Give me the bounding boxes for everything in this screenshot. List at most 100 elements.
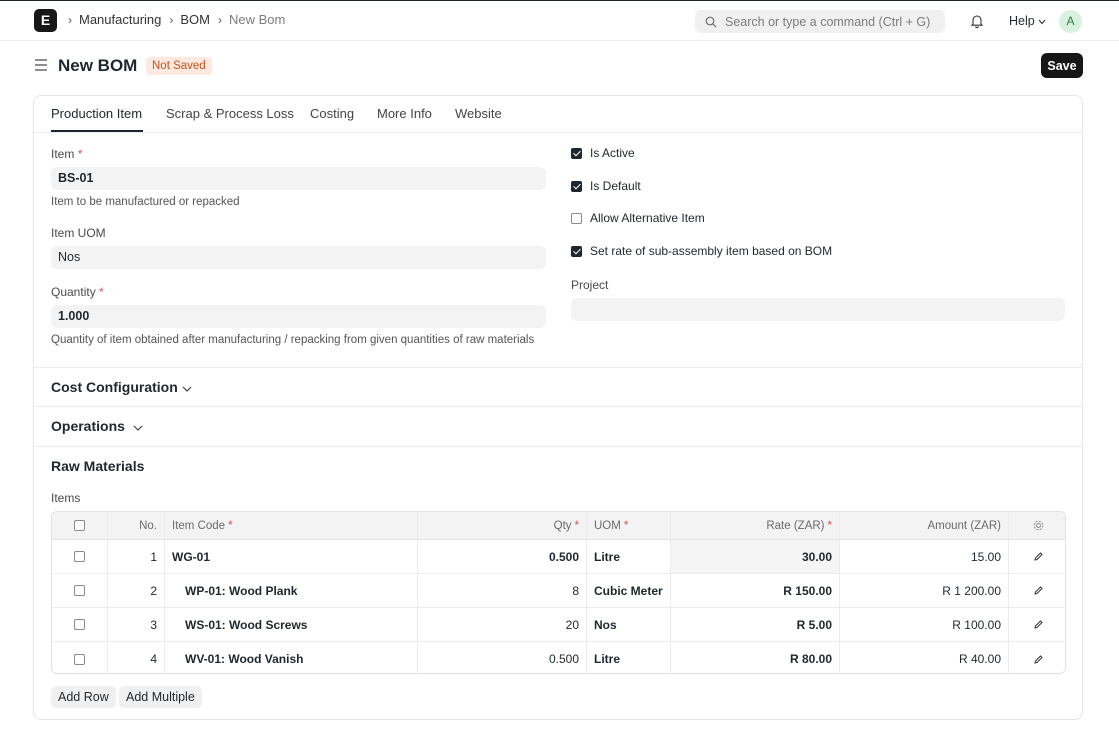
row-rate[interactable]: R 5.00 xyxy=(671,608,840,641)
row-checkbox[interactable] xyxy=(74,585,85,596)
checkbox-checked[interactable] xyxy=(571,147,582,159)
checkbox-checked[interactable] xyxy=(571,245,582,257)
tab-scrap-process-loss[interactable]: Scrap & Process Loss xyxy=(166,106,294,121)
row-qty[interactable]: 8 xyxy=(418,574,587,607)
row-select-cell xyxy=(52,608,108,641)
header-uom: UOM * xyxy=(587,512,671,539)
is-default-label: Is Default xyxy=(590,179,641,193)
tab-more-info[interactable]: More Info xyxy=(377,106,432,121)
row-uom[interactable]: Nos xyxy=(587,608,671,641)
cost-configuration-title: Cost Configuration xyxy=(51,379,178,395)
row-checkbox[interactable] xyxy=(74,653,85,665)
chevron-down-icon[interactable] xyxy=(133,423,143,433)
help-label: Help xyxy=(1009,14,1035,28)
row-rate[interactable]: 30.00 xyxy=(671,540,840,573)
row-select-cell xyxy=(52,574,108,607)
row-uom[interactable]: Cubic Meter xyxy=(587,574,671,607)
row-qty[interactable]: 0.500 xyxy=(418,642,587,673)
form-card: Production Item Scrap & Process Loss Cos… xyxy=(33,95,1083,720)
project-field[interactable] xyxy=(571,298,1065,321)
avatar[interactable]: A xyxy=(1059,10,1082,33)
table-row[interactable]: 4 WV-01: Wood Vanish 0.500 Litre R 80.00… xyxy=(52,642,1065,673)
row-no: 1 xyxy=(108,540,165,573)
cost-configuration-section-toggle[interactable]: Cost Configuration xyxy=(51,379,178,395)
bell-icon[interactable] xyxy=(969,13,985,29)
row-qty[interactable]: 20 xyxy=(418,608,587,641)
breadcrumb-bom[interactable]: BOM xyxy=(180,12,210,27)
menu-icon[interactable] xyxy=(34,59,48,71)
row-qty[interactable]: 0.500 xyxy=(418,540,587,573)
row-select-cell xyxy=(52,540,108,573)
edit-icon[interactable] xyxy=(1033,619,1044,630)
app-logo[interactable]: E xyxy=(34,9,57,32)
checkbox-checked[interactable] xyxy=(571,180,582,192)
row-item-code[interactable]: WP-01: Wood Plank xyxy=(165,574,418,607)
header-qty: Qty * xyxy=(418,512,587,539)
items-label: Items xyxy=(51,491,81,505)
edit-icon[interactable] xyxy=(1033,585,1044,596)
row-uom[interactable]: Litre xyxy=(587,540,671,573)
section-divider xyxy=(34,406,1082,407)
search-bar[interactable]: Search or type a command (Ctrl + G) xyxy=(695,10,945,33)
search-placeholder: Search or type a command (Ctrl + G) xyxy=(725,14,931,29)
chevron-right-icon: › xyxy=(68,12,72,27)
row-edit-cell xyxy=(1009,608,1065,641)
add-multiple-button[interactable]: Add Multiple xyxy=(119,686,202,708)
table-row[interactable]: 3 WS-01: Wood Screws 20 Nos R 5.00 R 100… xyxy=(52,608,1065,642)
operations-section-toggle[interactable]: Operations xyxy=(51,418,125,434)
select-all-checkbox[interactable] xyxy=(74,520,85,531)
row-checkbox[interactable] xyxy=(74,551,85,562)
tab-website[interactable]: Website xyxy=(455,106,502,121)
tab-costing[interactable]: Costing xyxy=(310,106,354,121)
save-button[interactable]: Save xyxy=(1041,53,1083,78)
checkbox-unchecked[interactable] xyxy=(571,212,582,224)
settings-icon[interactable] xyxy=(1033,520,1044,531)
row-amount: R 1 200.00 xyxy=(840,574,1009,607)
breadcrumb: › Manufacturing › BOM › New Bom xyxy=(68,12,293,27)
operations-title: Operations xyxy=(51,418,125,434)
row-rate[interactable]: R 80.00 xyxy=(671,642,840,673)
chevron-down-icon xyxy=(1038,19,1046,25)
quantity-field[interactable]: 1.000 xyxy=(51,305,546,328)
chevron-down-icon[interactable] xyxy=(182,384,192,394)
header-amount: Amount (ZAR) xyxy=(840,512,1009,539)
table-row[interactable]: 1 WG-01 0.500 Litre 30.00 15.00 xyxy=(52,540,1065,574)
breadcrumb-new-bom[interactable]: New Bom xyxy=(229,12,285,27)
search-icon xyxy=(705,16,717,27)
row-item-code[interactable]: WV-01: Wood Vanish xyxy=(165,642,418,673)
item-uom-field[interactable]: Nos xyxy=(51,246,546,269)
is-active-checkbox[interactable]: Is Active xyxy=(571,146,635,160)
page-title: New BOM xyxy=(58,56,138,75)
item-field[interactable]: BS-01 xyxy=(51,167,546,190)
row-checkbox[interactable] xyxy=(74,619,85,630)
row-item-code[interactable]: WG-01 xyxy=(165,540,418,573)
item-uom-label: Item UOM xyxy=(51,226,106,240)
add-row-button[interactable]: Add Row xyxy=(51,686,116,708)
breadcrumb-manufacturing[interactable]: Manufacturing xyxy=(79,12,161,27)
project-label: Project xyxy=(571,278,609,292)
chevron-right-icon: › xyxy=(169,12,174,27)
row-rate[interactable]: R 150.00 xyxy=(671,574,840,607)
row-no: 2 xyxy=(108,574,165,607)
row-uom[interactable]: Litre xyxy=(587,642,671,673)
header-rate: Rate (ZAR) * xyxy=(671,512,840,539)
set-rate-sub-assembly-checkbox[interactable]: Set rate of sub-assembly item based on B… xyxy=(571,244,832,258)
tab-production-item[interactable]: Production Item xyxy=(51,106,142,121)
edit-icon[interactable] xyxy=(1033,654,1044,665)
row-item-code[interactable]: WS-01: Wood Screws xyxy=(165,608,418,641)
row-edit-cell xyxy=(1009,642,1065,673)
table-row[interactable]: 2 WP-01: Wood Plank 8 Cubic Meter R 150.… xyxy=(52,574,1065,608)
header-item-code: Item Code * xyxy=(165,512,418,539)
top-navbar: E › Manufacturing › BOM › New Bom Search… xyxy=(0,0,1119,41)
row-select-cell xyxy=(52,642,108,673)
help-menu[interactable]: Help xyxy=(1009,14,1046,28)
allow-alternative-item-label: Allow Alternative Item xyxy=(590,211,705,225)
edit-icon[interactable] xyxy=(1033,551,1044,562)
row-amount: R 40.00 xyxy=(840,642,1009,673)
row-no: 3 xyxy=(108,608,165,641)
is-default-checkbox[interactable]: Is Default xyxy=(571,179,641,193)
allow-alternative-item-checkbox[interactable]: Allow Alternative Item xyxy=(571,211,705,225)
quantity-help-text: Quantity of item obtained after manufact… xyxy=(51,334,535,346)
header-no: No. xyxy=(108,512,165,539)
item-label: Item * xyxy=(51,147,83,161)
